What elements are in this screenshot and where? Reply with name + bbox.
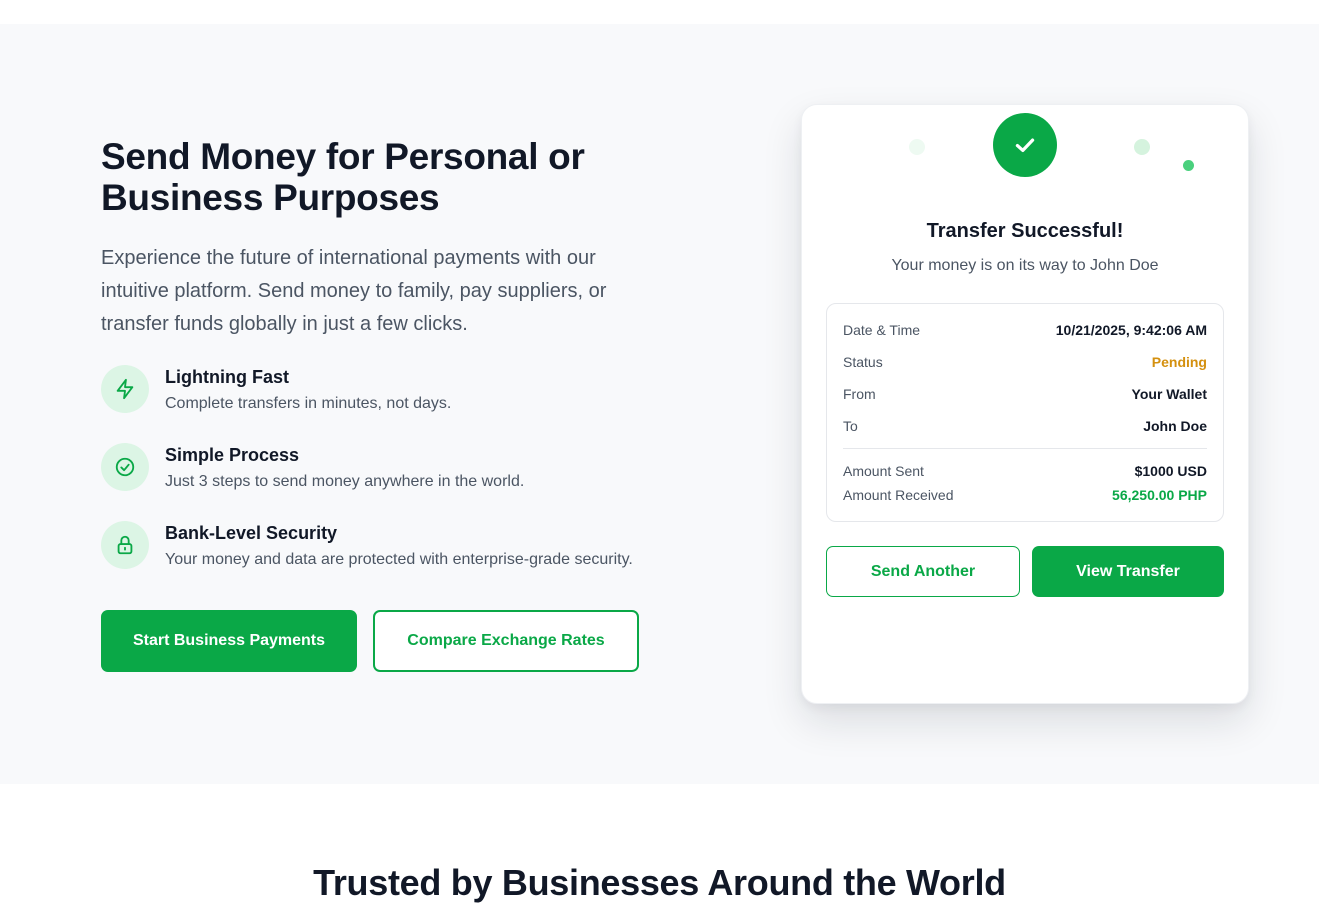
decorative-dot	[1183, 160, 1194, 171]
lightning-icon	[101, 365, 149, 413]
card-title: Transfer Successful!	[926, 220, 1124, 242]
detail-value: $1000 USD	[1134, 463, 1207, 479]
detail-row-amount-sent: Amount Sent $1000 USD	[843, 463, 1207, 483]
feature-title: Simple Process	[165, 445, 300, 465]
detail-row-from: From Your Wallet	[843, 386, 1207, 406]
decorative-dot	[1134, 139, 1150, 155]
detail-row-amount-received: Amount Received 56,250.00 PHP	[843, 487, 1207, 507]
feature-description: Complete transfers in minutes, not days.	[165, 395, 452, 412]
transfer-details: Date & Time 10/21/2025, 9:42:06 AM Statu…	[826, 303, 1224, 522]
feature-title: Bank-Level Security	[165, 523, 338, 543]
detail-row-date: Date & Time 10/21/2025, 9:42:06 AM	[843, 322, 1207, 342]
check-circle-icon	[101, 443, 149, 491]
send-another-button[interactable]: Send Another	[826, 546, 1020, 597]
transfer-success-card: Transfer Successful! Your money is on it…	[801, 104, 1249, 704]
divider	[843, 448, 1207, 449]
hero-intro: Experience the future of international p…	[101, 247, 607, 335]
hero-section: Send Money for Personal or Business Purp…	[0, 24, 1319, 784]
detail-value: Your Wallet	[1131, 386, 1207, 402]
hero-content: Send Money for Personal or Business Purp…	[101, 136, 701, 599]
card-subtitle: Your money is on its way to John Doe	[891, 257, 1159, 274]
detail-row-to: To John Doe	[843, 418, 1207, 438]
lock-icon	[101, 521, 149, 569]
detail-label: To	[843, 418, 858, 434]
detail-value: 56,250.00 PHP	[1112, 487, 1207, 503]
view-transfer-button[interactable]: View Transfer	[1032, 546, 1224, 597]
detail-label: Amount Sent	[843, 463, 924, 479]
detail-value: 10/21/2025, 9:42:06 AM	[1055, 322, 1207, 338]
feature-item-bank-level-security: Bank-Level Security Your money and data …	[101, 521, 701, 599]
detail-label: Status	[843, 354, 883, 370]
decorative-dot	[909, 139, 925, 155]
detail-value: John Doe	[1143, 418, 1207, 434]
compare-exchange-rates-button[interactable]: Compare Exchange Rates	[373, 610, 639, 672]
start-business-payments-button[interactable]: Start Business Payments	[101, 610, 357, 672]
check-icon	[993, 113, 1057, 177]
hero-headline: Send Money for Personal or Business Purp…	[101, 136, 585, 218]
detail-label: Date & Time	[843, 322, 921, 338]
status-badge: Pending	[1151, 354, 1207, 370]
detail-label: From	[843, 386, 876, 402]
detail-label: Amount Received	[843, 487, 954, 503]
feature-list: Lightning Fast Complete transfers in min…	[101, 365, 701, 599]
detail-row-status: Status Pending	[843, 354, 1207, 374]
feature-description: Just 3 steps to send money anywhere in t…	[165, 473, 525, 490]
feature-item-simple-process: Simple Process Just 3 steps to send mone…	[101, 443, 701, 521]
feature-title: Lightning Fast	[165, 367, 289, 387]
trusted-heading: Trusted by Businesses Around the World	[313, 862, 1006, 903]
feature-description: Your money and data are protected with e…	[165, 551, 633, 568]
feature-item-lightning-fast: Lightning Fast Complete transfers in min…	[101, 365, 701, 443]
